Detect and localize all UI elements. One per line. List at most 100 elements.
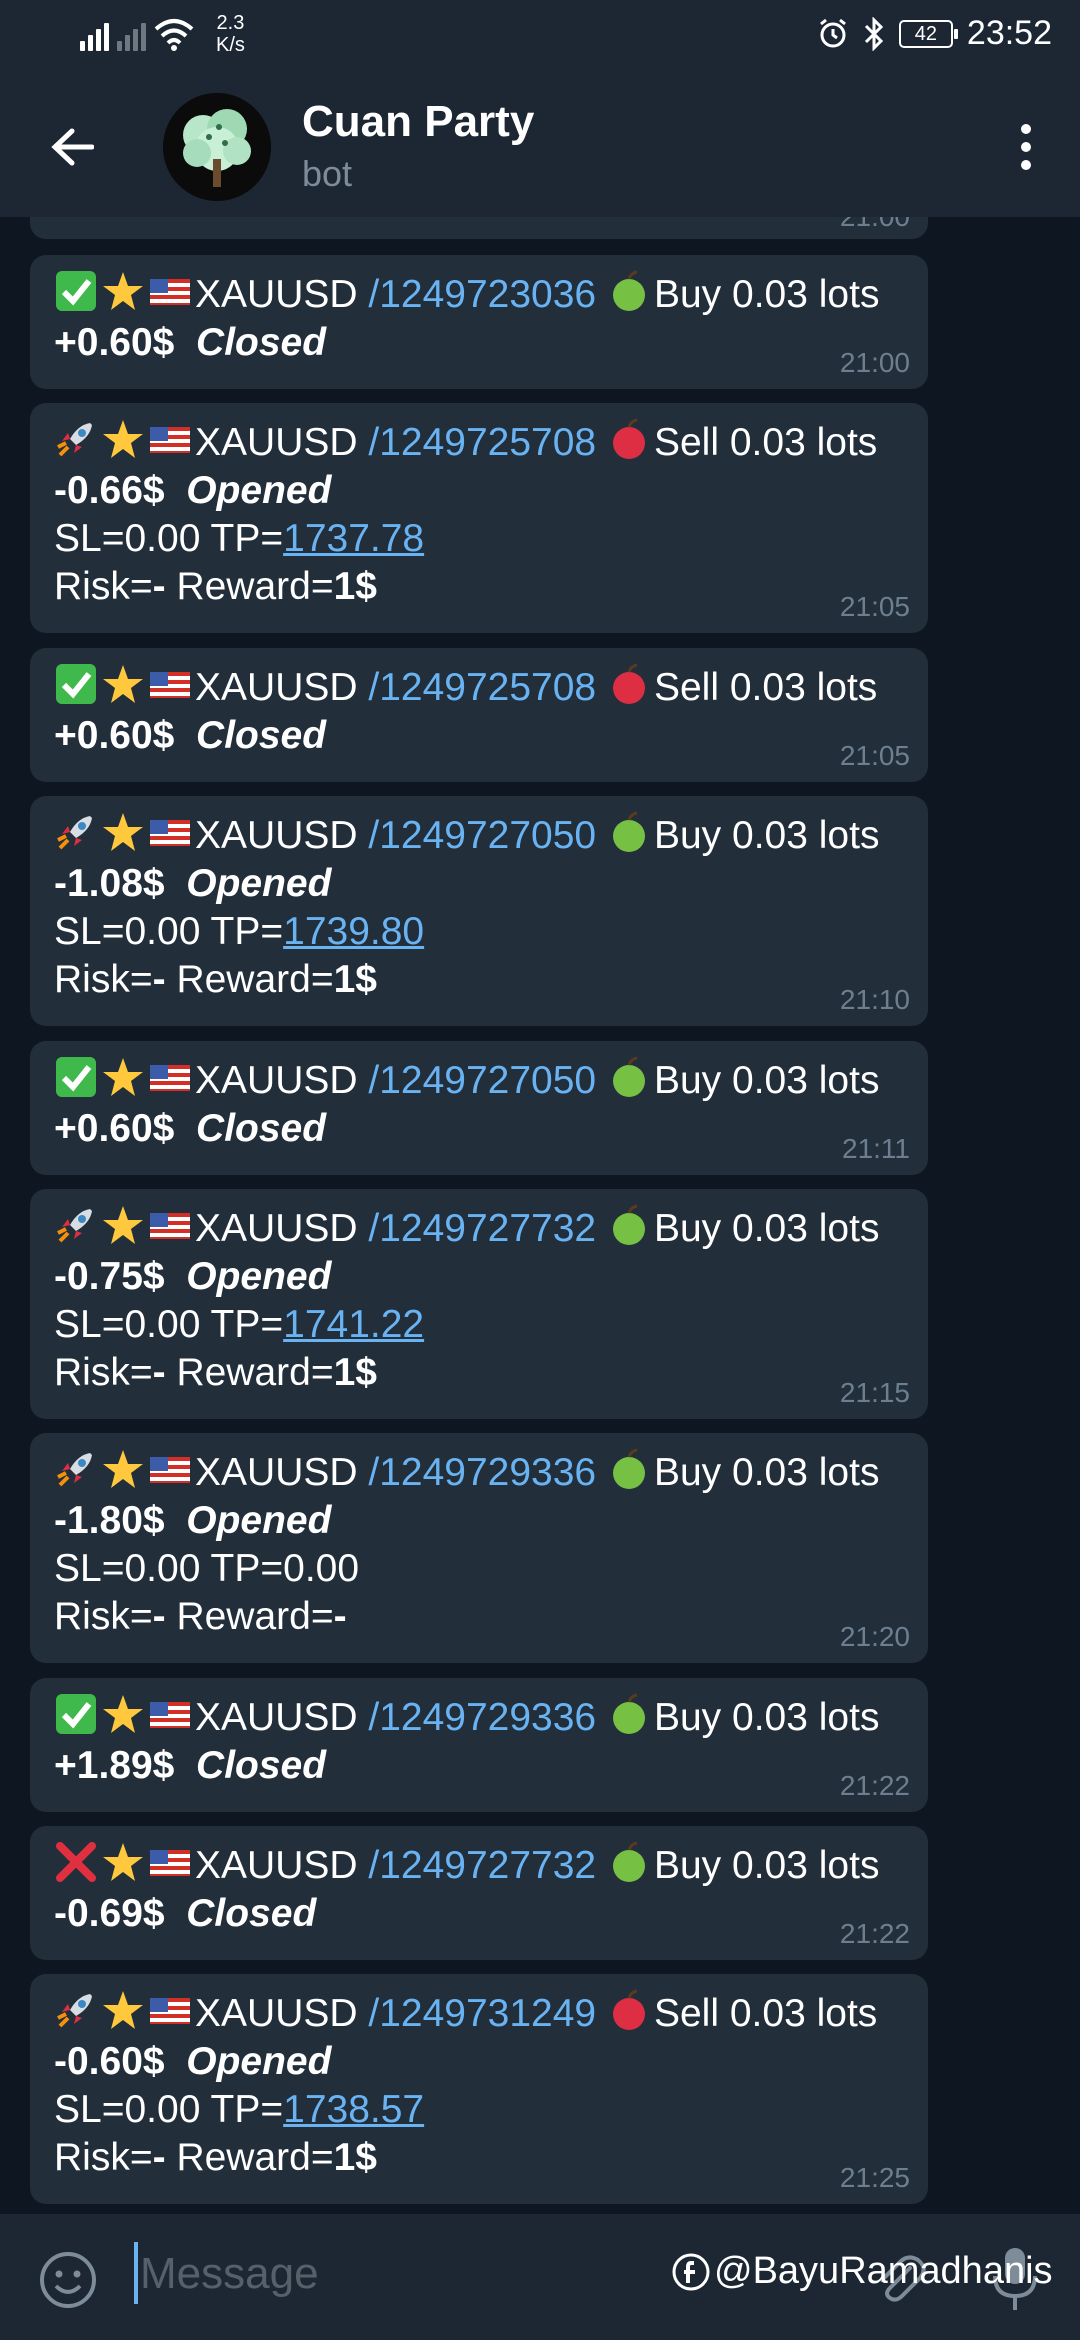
pnl-value: +0.60$ xyxy=(54,1107,175,1150)
message-bubble[interactable]: XAUUSD /1249729336 Buy 0.03 lots -1.80$ … xyxy=(30,1433,928,1663)
ticket-link[interactable]: /1249729336 xyxy=(368,1451,596,1494)
symbol: XAUUSD xyxy=(195,1992,358,2035)
reward-label: Reward= xyxy=(165,565,334,608)
message-bubble[interactable]: XAUUSD /1249731249 Sell 0.03 lots -0.60$… xyxy=(30,1974,928,2204)
message-bubble[interactable]: XAUUSD /1249725708 Sell 0.03 lots -0.66$… xyxy=(30,403,928,633)
ticket-link[interactable]: /1249725708 xyxy=(368,666,596,709)
ticket-link[interactable]: /1249727050 xyxy=(368,814,596,857)
dot-icon xyxy=(1021,160,1031,170)
back-button[interactable] xyxy=(38,113,106,181)
pnl-line: -1.08$ Opened xyxy=(54,860,904,908)
signal-icon xyxy=(117,17,146,51)
sl-tp-text: SL=0.00 TP=0.00 xyxy=(54,1547,360,1590)
pnl-value: -0.60$ xyxy=(54,2040,165,2083)
sl-tp-text: SL=0.00 TP= xyxy=(54,1303,284,1346)
message-bubble[interactable]: XAUUSD /1249727732 Buy 0.03 lots -0.75$ … xyxy=(30,1189,928,1419)
trade-state: Opened xyxy=(186,1255,332,1298)
rocket-icon xyxy=(57,423,92,457)
ticket-link[interactable]: /1249725708 xyxy=(368,421,596,464)
red-apple-icon xyxy=(612,663,645,704)
sl-tp-line: SL=0.00 TP=1741.22 xyxy=(54,1301,904,1349)
us-flag-icon xyxy=(150,1702,190,1728)
pnl-value: +0.60$ xyxy=(54,714,175,757)
order-side: Buy 0.03 lots xyxy=(653,1207,880,1250)
symbol: XAUUSD xyxy=(195,273,358,316)
pnl-value: -0.69$ xyxy=(54,1892,165,1935)
star-icon xyxy=(103,1695,143,1733)
star-icon xyxy=(103,1058,143,1096)
avatar[interactable] xyxy=(163,93,271,201)
sl-tp-line: SL=0.00 TP=1739.80 xyxy=(54,908,904,956)
star-icon xyxy=(103,1450,143,1488)
more-options-button[interactable] xyxy=(996,115,1056,179)
red-apple-icon xyxy=(612,1989,645,2030)
reward-label: Reward= xyxy=(165,1351,334,1394)
reward-label: Reward= xyxy=(165,2136,334,2179)
pnl-line: -0.75$ Opened xyxy=(54,1253,904,1301)
emoji-icon[interactable] xyxy=(38,2250,98,2310)
ticket-link[interactable]: /1249723036 xyxy=(368,273,596,316)
symbol: XAUUSD xyxy=(195,421,358,464)
trade-state: Closed xyxy=(196,321,327,364)
message-time: 21:05 xyxy=(839,740,910,771)
message-bubble[interactable]: XAUUSD /1249727050 Buy 0.03 lots +0.60$ … xyxy=(30,1041,928,1175)
sl-tp-text: SL=0.00 TP= xyxy=(54,2088,284,2131)
green-apple-icon xyxy=(612,1204,645,1245)
ticket-link[interactable]: /1249727050 xyxy=(368,1059,596,1102)
ticket-link[interactable]: /1249729336 xyxy=(368,1696,596,1739)
arrow-left-icon xyxy=(51,128,94,166)
facebook-logo-icon xyxy=(672,2253,710,2290)
green-apple-icon xyxy=(612,1841,645,1882)
dot-icon xyxy=(1021,124,1031,134)
pnl-value: -1.80$ xyxy=(54,1499,165,1542)
trade-line: XAUUSD /1249729336 Buy 0.03 lots xyxy=(54,1447,904,1497)
star-icon xyxy=(103,1843,143,1881)
tp-link[interactable]: 1737.78 xyxy=(283,517,424,560)
us-flag-icon xyxy=(150,1213,190,1239)
clock: 23:52 xyxy=(966,14,1052,52)
message-list[interactable]: 21:00 XAUUSD /1249723036 Buy 0.03 lots +… xyxy=(0,217,1080,2214)
message-bubble[interactable]: XAUUSD /1249727732 Buy 0.03 lots -0.69$ … xyxy=(30,1826,928,1960)
trade-state: Closed xyxy=(196,1107,327,1150)
battery-icon: 42 xyxy=(898,19,958,48)
chat-title[interactable]: Cuan Party xyxy=(302,97,534,147)
star-icon xyxy=(103,1991,143,2029)
message-bubble[interactable]: XAUUSD /1249729336 Buy 0.03 lots +1.89$ … xyxy=(30,1678,928,1812)
order-side: Buy 0.03 lots xyxy=(653,1696,880,1739)
message-input[interactable] xyxy=(134,2238,734,2310)
risk-label: Risk= xyxy=(54,2136,153,2179)
ticket-link[interactable]: /1249727732 xyxy=(368,1844,596,1887)
reward-label: Reward= xyxy=(165,958,334,1001)
us-flag-icon xyxy=(150,1998,190,2024)
message-bubble[interactable]: XAUUSD /1249725708 Sell 0.03 lots +0.60$… xyxy=(30,648,928,782)
trade-line: XAUUSD /1249727050 Buy 0.03 lots xyxy=(54,1055,904,1105)
trade-line: XAUUSD /1249729336 Buy 0.03 lots xyxy=(54,1692,904,1742)
star-icon xyxy=(103,665,143,703)
pnl-line: +0.60$ Closed xyxy=(54,1105,904,1153)
ticket-link[interactable]: /1249731249 xyxy=(368,1992,596,2035)
message-bubble[interactable]: XAUUSD /1249727050 Buy 0.03 lots -1.08$ … xyxy=(30,796,928,1026)
pnl-line: +0.60$ Closed xyxy=(54,319,904,367)
order-side: Sell 0.03 lots xyxy=(653,1992,878,2035)
us-flag-icon xyxy=(150,1457,190,1483)
message-bubble[interactable]: 21:00 xyxy=(30,217,928,239)
trade-state: Closed xyxy=(186,1892,317,1935)
pnl-line: +1.89$ Closed xyxy=(54,1742,904,1790)
ticket-link[interactable]: /1249727732 xyxy=(368,1207,596,1250)
reward-value: - xyxy=(333,1595,347,1638)
message-bubble[interactable]: XAUUSD /1249723036 Buy 0.03 lots +0.60$ … xyxy=(30,255,928,389)
symbol: XAUUSD xyxy=(195,1059,358,1102)
status-bar: 2.3 K/s 42 23:52 xyxy=(0,0,1080,75)
wifi-icon xyxy=(154,19,194,51)
pnl-line: +0.60$ Closed xyxy=(54,712,904,760)
tp-link[interactable]: 1739.80 xyxy=(283,910,424,953)
tp-link[interactable]: 1738.57 xyxy=(283,2088,424,2131)
risk-label: Risk= xyxy=(54,565,153,608)
trade-state: Closed xyxy=(196,714,327,757)
status-left: 2.3 K/s xyxy=(80,12,245,56)
risk-value: - xyxy=(152,565,166,608)
tp-link[interactable]: 1741.22 xyxy=(283,1303,424,1346)
risk-value: - xyxy=(152,1595,166,1638)
us-flag-icon xyxy=(150,820,190,846)
dot-icon xyxy=(1021,142,1031,152)
